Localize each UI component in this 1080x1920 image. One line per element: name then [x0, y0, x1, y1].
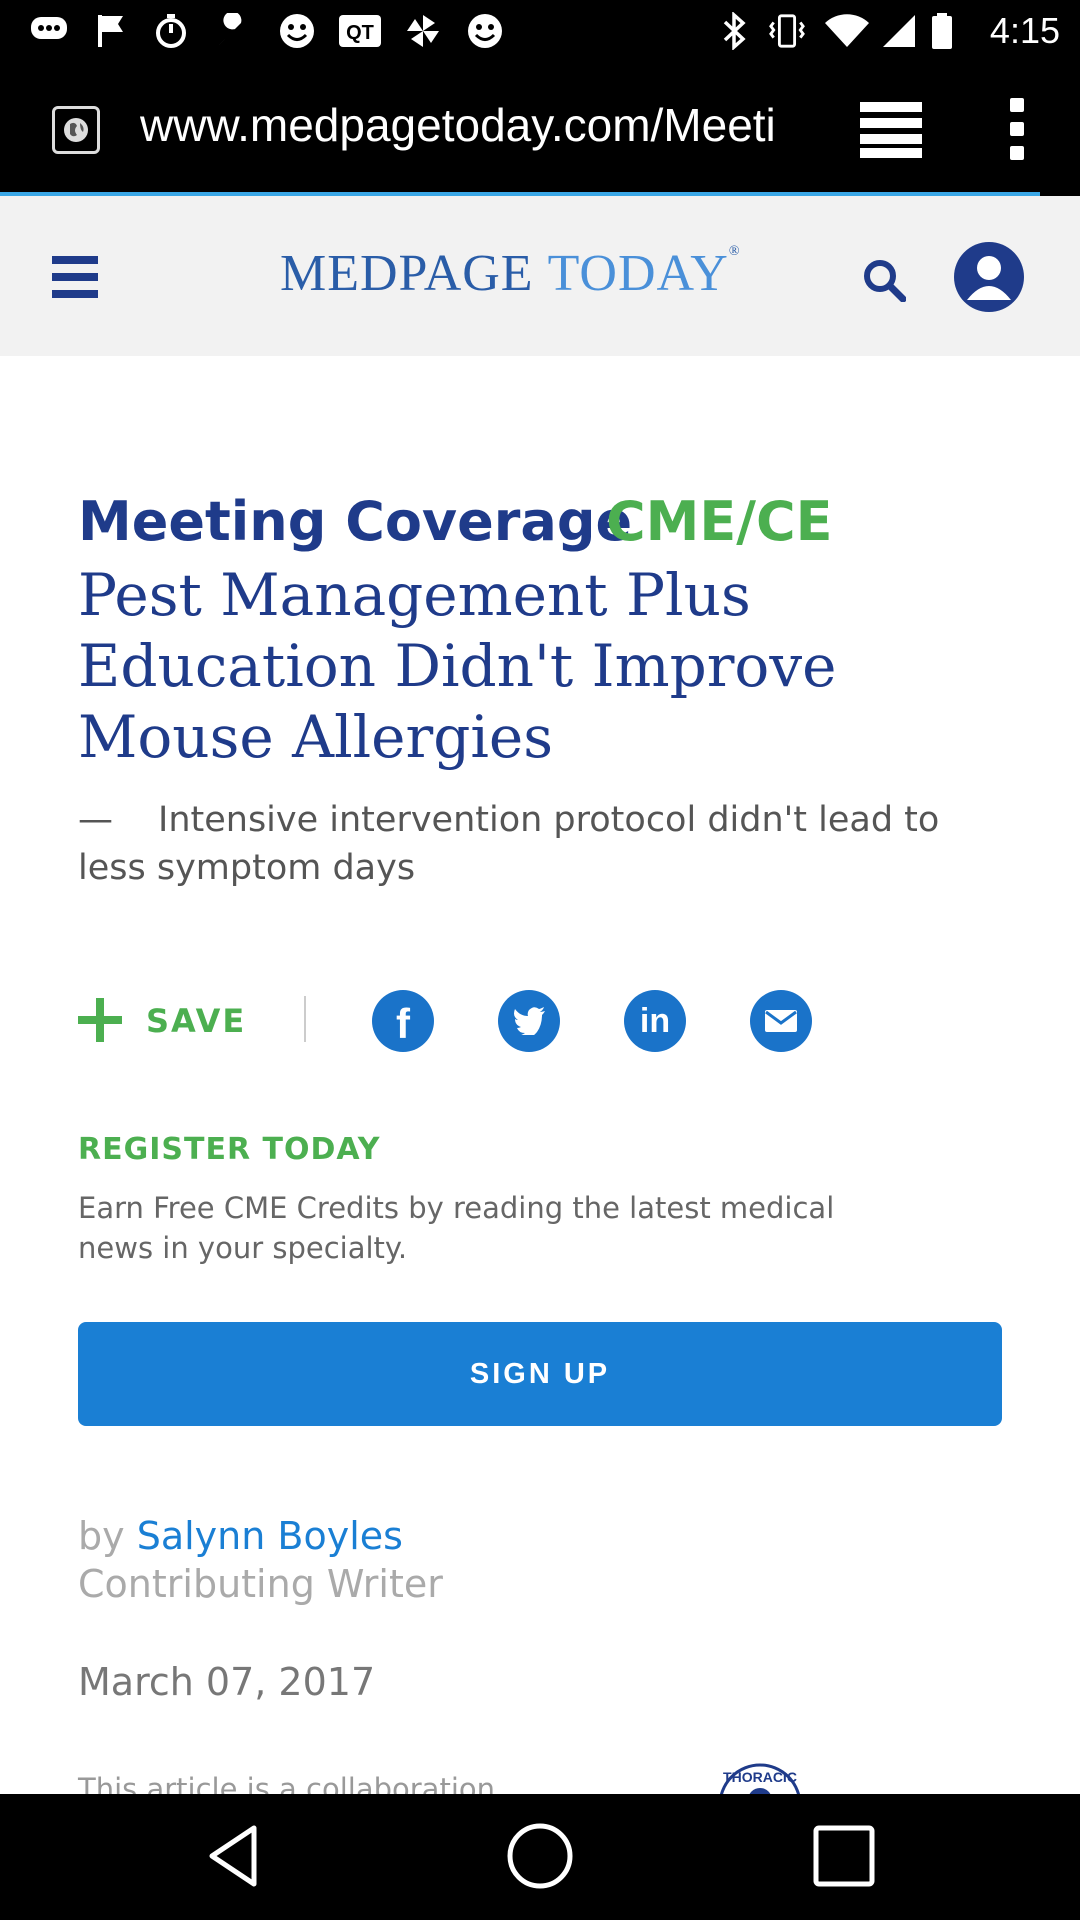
clock: 4:15 — [989, 10, 1060, 51]
section-kicker[interactable]: Meeting Coverage — [78, 490, 632, 553]
wifi-icon — [824, 12, 870, 50]
recent-apps-icon[interactable] — [808, 1820, 880, 1892]
signal-icon — [880, 12, 918, 50]
vibrate-icon — [768, 12, 806, 50]
qt-app-icon: QT — [338, 12, 382, 50]
sign-up-button[interactable]: SIGN UP — [78, 1322, 1002, 1426]
share-divider — [304, 996, 306, 1042]
hamburger-menu-icon[interactable] — [52, 256, 98, 298]
wrench-icon — [214, 12, 252, 50]
logo-registered-mark: ® — [728, 244, 741, 259]
publish-date: March 07, 2017 — [78, 1660, 376, 1704]
site-logo[interactable]: MEDPAGE TODAY® — [280, 244, 800, 304]
twitter-share-icon[interactable] — [498, 990, 560, 1052]
dek-dash: — — [78, 800, 113, 840]
register-title: REGISTER TODAY — [78, 1132, 381, 1167]
pinwheel-icon — [404, 12, 442, 50]
url-field[interactable]: www.medpagetoday.com/Meeti — [140, 98, 810, 160]
tabs-icon[interactable] — [860, 102, 922, 158]
article-headline: Pest Management Plus Education Didn't Im… — [78, 561, 837, 771]
chat-icon — [30, 12, 68, 50]
linkedin-share-icon[interactable]: in — [624, 990, 686, 1052]
overflow-menu-icon[interactable] — [1002, 98, 1032, 162]
smiley-icon — [466, 12, 504, 50]
byline: by Salynn Boyles — [78, 1514, 403, 1558]
bluetooth-icon — [716, 12, 754, 50]
flag-icon — [92, 12, 130, 50]
system-nav-bar — [0, 1794, 1080, 1920]
register-text: Earn Free CME Credits by reading the lat… — [78, 1191, 835, 1265]
timer-icon — [152, 12, 190, 50]
logo-today: TODAY — [547, 245, 729, 302]
dek-text: Intensive intervention protocol didn't l… — [78, 800, 940, 888]
logo-medpage: MEDPAGE — [280, 245, 534, 302]
thoracic-society-logo: THORACIC — [710, 1760, 810, 1794]
save-plus-icon[interactable] — [78, 998, 122, 1042]
svg-text:THORACIC: THORACIC — [723, 1769, 797, 1785]
byline-prefix: by — [78, 1514, 125, 1558]
cme-tag[interactable]: CME/CE — [606, 490, 833, 553]
site-info-icon[interactable] — [52, 106, 100, 154]
email-share-icon[interactable] — [750, 990, 812, 1052]
article-dek: — Intensive intervention protocol didn't … — [78, 796, 998, 892]
site-header: MEDPAGE TODAY® — [0, 196, 1080, 356]
status-bar: QT 4:15 — [0, 0, 1080, 62]
home-icon[interactable] — [504, 1820, 576, 1892]
author-role: Contributing Writer — [78, 1562, 443, 1606]
facebook-share-icon[interactable]: f — [372, 990, 434, 1052]
smiley-icon — [278, 12, 316, 50]
battery-icon — [930, 12, 954, 50]
save-button[interactable]: SAVE — [146, 1002, 246, 1040]
back-icon[interactable] — [200, 1820, 272, 1892]
search-icon[interactable] — [862, 258, 907, 303]
author-link[interactable]: Salynn Boyles — [137, 1514, 403, 1558]
user-account-icon[interactable] — [954, 242, 1024, 312]
svg-text:QT: QT — [346, 22, 374, 44]
browser-toolbar: www.medpagetoday.com/Meeti — [0, 62, 1080, 198]
